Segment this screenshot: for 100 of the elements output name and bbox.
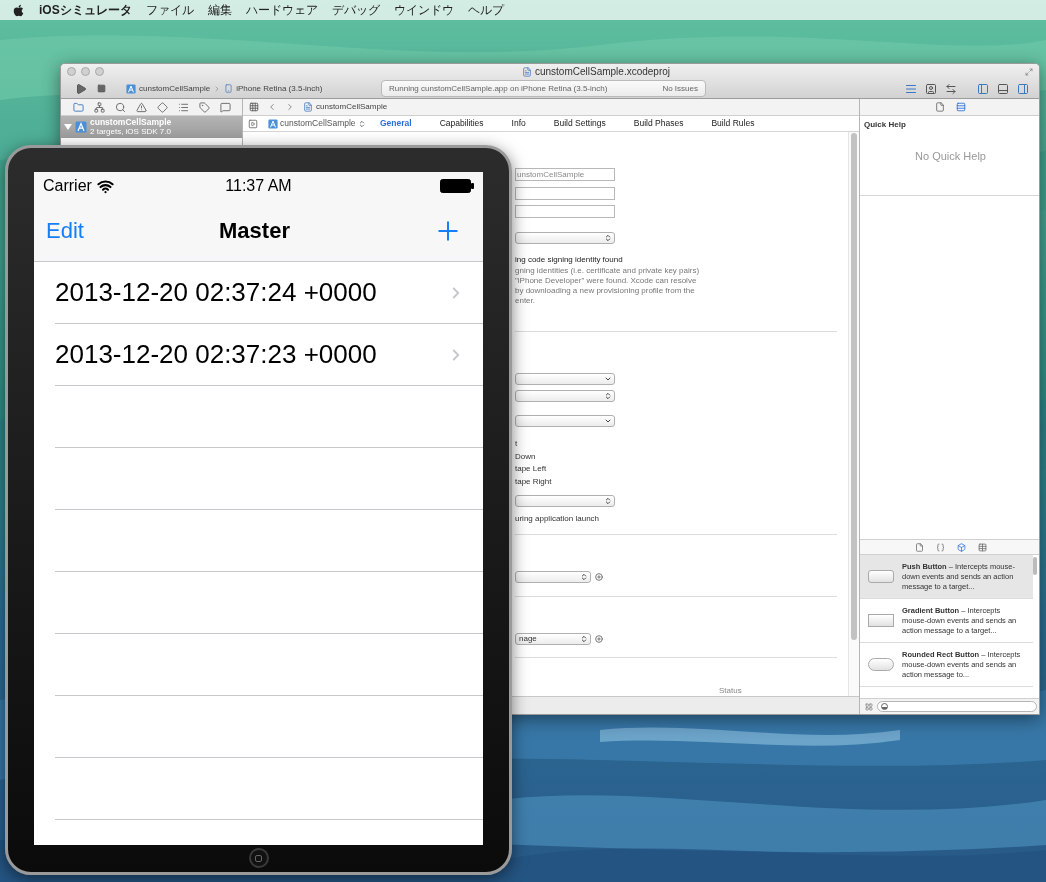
menu-item[interactable]: ヘルプ	[467, 1, 504, 19]
row-title: 2013-12-20 02:37:23 +0000	[55, 338, 377, 371]
assistant-editor-icon[interactable]	[925, 82, 937, 95]
home-button[interactable]	[248, 848, 269, 868]
stepper-arrows-icon	[604, 234, 612, 242]
row-title: 2013-12-20 02:37:24 +0000	[55, 276, 377, 309]
stop-button[interactable]	[97, 84, 106, 93]
code-snippet-icon[interactable]	[935, 542, 945, 552]
apple-icon[interactable]	[12, 3, 25, 17]
wifi-icon	[96, 177, 114, 195]
editor-tab[interactable]: Info	[511, 117, 526, 130]
grid-icon[interactable]	[865, 702, 873, 711]
filter-field[interactable]	[877, 701, 1037, 712]
phone-icon	[224, 84, 234, 93]
target-selector[interactable]: cunstomCellSample	[280, 117, 356, 130]
popup-button[interactable]: nage	[515, 633, 591, 645]
option-label: t	[515, 438, 519, 449]
zoom-button[interactable]	[95, 67, 104, 76]
scrollbar-thumb[interactable]	[1033, 557, 1037, 575]
menu-item[interactable]: デバッグ	[331, 1, 380, 19]
add-icon[interactable]	[595, 573, 603, 581]
editor-tab[interactable]: Build Rules	[711, 117, 755, 130]
hierarchy-icon[interactable]	[94, 101, 105, 113]
button-preview	[868, 614, 894, 627]
project-name: cunstomCellSample	[90, 118, 172, 127]
editor-tab[interactable]: General	[380, 117, 412, 130]
utilities-toggle-icon[interactable]	[1017, 82, 1029, 95]
navigator-toggle-icon[interactable]	[977, 82, 989, 95]
text-field[interactable]	[515, 205, 615, 218]
version-editor-icon[interactable]	[945, 82, 957, 95]
back-icon[interactable]	[267, 102, 277, 112]
option-label: tape Left	[515, 463, 548, 474]
menu-item[interactable]: iOSシミュレータ	[39, 1, 132, 19]
warning-icon[interactable]	[136, 101, 147, 113]
file-inspector-icon[interactable]	[935, 102, 945, 112]
button-preview	[868, 570, 894, 583]
destination-selector[interactable]: iPhone Retina (3.5-inch)	[236, 82, 323, 95]
popup-button[interactable]	[515, 390, 615, 402]
standard-editor-icon[interactable]	[905, 82, 917, 95]
combo-box[interactable]	[515, 373, 615, 385]
popup-button[interactable]	[515, 571, 591, 583]
minimize-button[interactable]	[81, 67, 90, 76]
note-text: enter.	[515, 296, 536, 306]
debug-area-toggle-icon[interactable]	[997, 82, 1009, 95]
quick-help-message: No Quick Help	[915, 149, 987, 164]
quick-help-icon[interactable]	[956, 102, 966, 112]
add-icon[interactable]	[595, 635, 603, 643]
popup-button[interactable]	[515, 232, 615, 244]
cube-icon[interactable]	[956, 542, 966, 552]
note-text: gning identities (i.e. certificate and private key pairs)	[515, 266, 701, 276]
project-icon	[75, 120, 87, 134]
media-icon[interactable]	[977, 542, 987, 552]
text-field[interactable]: unstomCellSample	[515, 168, 615, 181]
issues-status[interactable]: No Issues	[662, 82, 698, 95]
editor-tab[interactable]: Build Phases	[633, 117, 684, 130]
menu-item[interactable]: 編集	[207, 1, 232, 19]
filter-icon	[881, 703, 888, 710]
navigation-title: Master	[219, 217, 290, 245]
stepper-arrows-icon	[580, 573, 588, 581]
folder-icon[interactable]	[73, 101, 84, 113]
popup-button[interactable]	[515, 495, 615, 507]
quick-help-title: Quick Help	[864, 119, 907, 131]
fullscreen-icon[interactable]	[1025, 67, 1033, 76]
option-label: tape Right	[515, 476, 553, 487]
option-label: Down	[515, 451, 537, 462]
window-title: cunstomCellSample.xcodeproj	[534, 65, 671, 79]
forward-icon[interactable]	[285, 102, 295, 112]
scheme-selector[interactable]: cunstomCellSample	[139, 82, 211, 95]
diamond-icon[interactable]	[157, 101, 168, 113]
menu-item[interactable]: ウインドウ	[393, 1, 454, 19]
table-row[interactable]: 2013-12-20 02:37:24 +0000	[55, 262, 483, 324]
text-field[interactable]	[515, 187, 615, 200]
file-template-icon[interactable]	[914, 542, 924, 552]
menu-item[interactable]: ハードウェア	[245, 1, 318, 19]
grid-icon[interactable]	[249, 102, 259, 112]
project-subtitle: 2 targets, iOS SDK 7.0	[90, 127, 172, 136]
file-icon	[521, 66, 532, 77]
message-icon[interactable]	[220, 101, 231, 113]
carrier-label: Carrier	[43, 176, 92, 196]
search-icon[interactable]	[115, 101, 126, 113]
close-button[interactable]	[67, 67, 76, 76]
scrollbar-thumb[interactable]	[851, 133, 857, 640]
menu-item[interactable]: ファイル	[145, 1, 194, 19]
tag-icon[interactable]	[199, 101, 210, 113]
stepper-arrows-icon	[357, 119, 366, 128]
editor-tab[interactable]: Capabilities	[439, 117, 484, 130]
edit-button[interactable]: Edit	[46, 214, 126, 247]
activity-status: Running cunstomCellSample.app on iPhone Retina (3.5-inch)	[389, 82, 608, 95]
breadcrumb[interactable]: cunstomCellSample	[316, 101, 388, 113]
table-row[interactable]: 2013-12-20 02:37:23 +0000	[55, 324, 483, 386]
stepper-arrows-icon	[604, 392, 612, 400]
list-icon[interactable]	[178, 101, 189, 113]
disclosure-triangle-icon[interactable]	[64, 124, 72, 130]
stepper-arrows-icon	[580, 635, 588, 643]
sidebar-toggle-icon[interactable]	[248, 118, 258, 129]
file-icon	[303, 102, 313, 112]
combo-box[interactable]	[515, 415, 615, 427]
run-button[interactable]	[75, 82, 87, 95]
editor-tab[interactable]: Build Settings	[553, 117, 606, 130]
battery-icon	[440, 179, 474, 193]
